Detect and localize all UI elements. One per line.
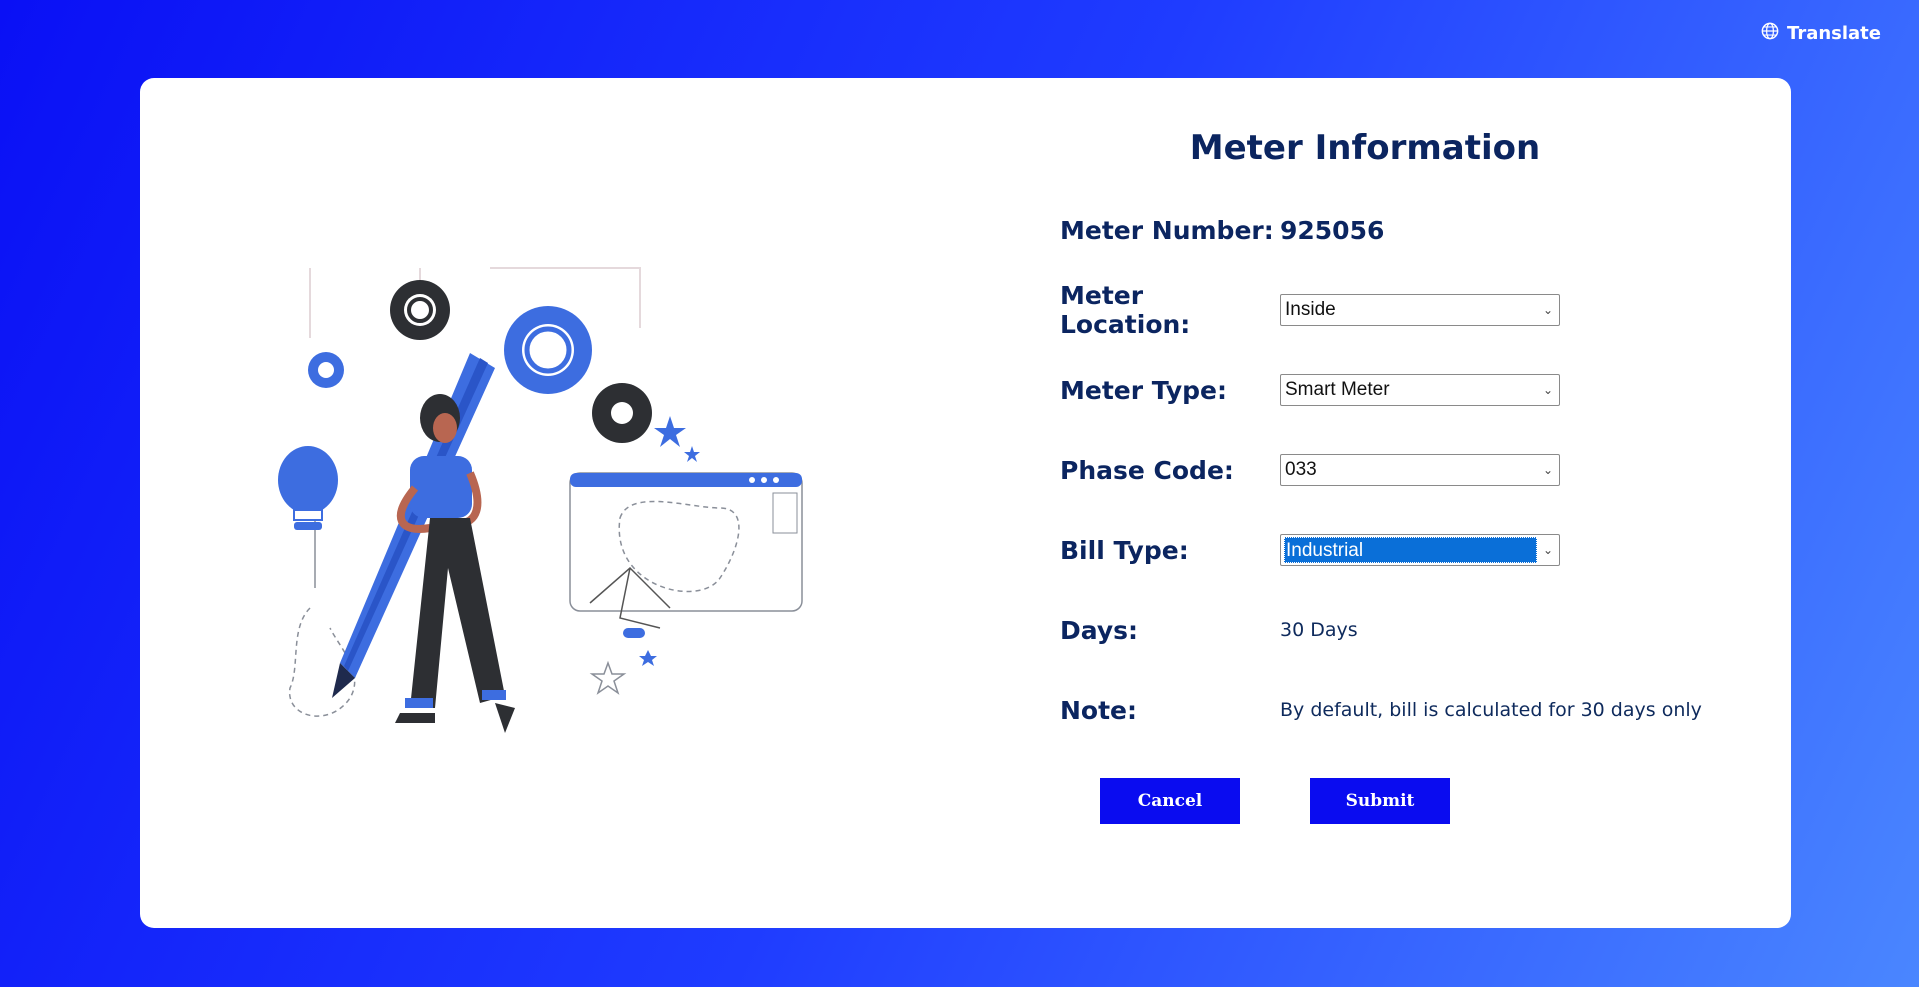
chevron-down-icon: ⌄ — [1542, 463, 1553, 477]
meter-type-selected: Smart Meter — [1285, 379, 1390, 400]
meter-location-label: Meter Location: — [1060, 281, 1191, 339]
meter-number-row: Meter Number: 925056 — [1060, 190, 1740, 270]
meter-form: Meter Information Meter Number: 925056 M… — [1060, 128, 1740, 824]
bill-type-select[interactable]: Industrial ⌄ — [1280, 534, 1560, 566]
phase-code-selected: 033 — [1285, 459, 1317, 480]
cancel-button[interactable]: Cancel — [1100, 778, 1240, 824]
meter-type-select[interactable]: Smart Meter ⌄ — [1280, 374, 1560, 406]
meter-info-card: Meter Information Meter Number: 925056 M… — [140, 78, 1791, 928]
bill-type-selected: Industrial — [1284, 537, 1537, 563]
note-row: Note: By default, bill is calculated for… — [1060, 670, 1740, 750]
meter-type-label: Meter Type: — [1060, 375, 1228, 405]
phase-code-row: Phase Code: 033 ⌄ — [1060, 430, 1740, 510]
days-value: 30 Days — [1280, 619, 1358, 641]
note-value: By default, bill is calculated for 30 da… — [1280, 699, 1702, 721]
page-title: Meter Information — [1189, 128, 1541, 168]
gear-icon — [390, 280, 450, 340]
bill-type-row: Bill Type: Industrial ⌄ — [1060, 510, 1740, 590]
chevron-down-icon: ⌄ — [1542, 383, 1553, 397]
engineer-illustration — [270, 188, 830, 748]
meter-location-row: Meter Location: Inside ⌄ — [1060, 270, 1740, 350]
meter-number-label: Meter Number: — [1060, 215, 1274, 245]
submit-button[interactable]: Submit — [1310, 778, 1450, 824]
form-actions: Cancel Submit — [1060, 778, 1740, 824]
meter-location-select[interactable]: Inside ⌄ — [1280, 294, 1560, 326]
meter-type-row: Meter Type: Smart Meter ⌄ — [1060, 350, 1740, 430]
meter-number-value: 925056 — [1280, 215, 1385, 245]
translate-button[interactable]: Translate — [1761, 22, 1881, 45]
chevron-down-icon: ⌄ — [1542, 303, 1553, 317]
meter-location-selected: Inside — [1285, 299, 1336, 320]
days-label: Days: — [1060, 615, 1139, 645]
phase-code-select[interactable]: 033 ⌄ — [1280, 454, 1560, 486]
globe-icon — [1761, 22, 1779, 45]
phase-code-label: Phase Code: — [1060, 455, 1234, 485]
translate-label: Translate — [1787, 23, 1881, 44]
chevron-down-icon: ⌄ — [1542, 543, 1553, 557]
days-row: Days: 30 Days — [1060, 590, 1740, 670]
bill-type-label: Bill Type: — [1060, 535, 1189, 565]
note-label: Note: — [1060, 695, 1138, 725]
